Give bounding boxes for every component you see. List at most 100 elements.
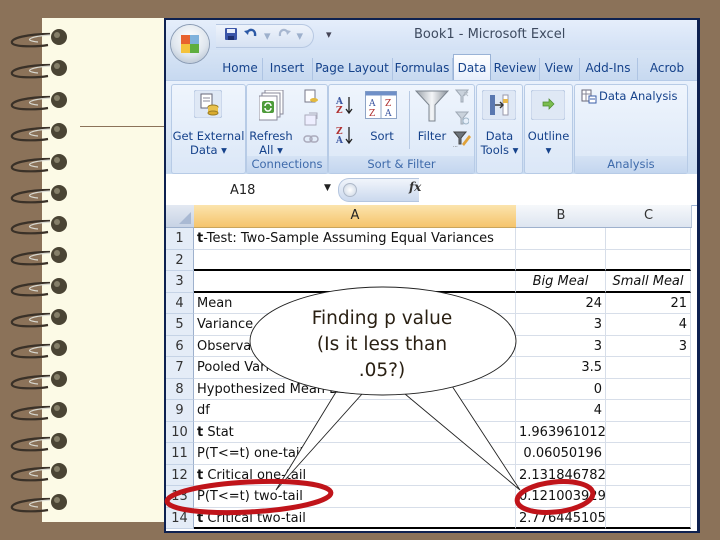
cell-c8[interactable] [606, 378, 691, 400]
table-row: 14 t Critical two-tail 2.776445105 [166, 507, 697, 529]
cell-c11[interactable] [606, 443, 691, 465]
cell-b1[interactable] [516, 228, 606, 250]
cell-b4[interactable]: 24 [516, 292, 606, 314]
redo-icon[interactable] [277, 27, 291, 45]
undo-dropdown[interactable]: ▾ [264, 29, 271, 44]
sort-a-to-z-icon[interactable]: AZ [335, 95, 355, 115]
cell-a9[interactable]: df [194, 400, 516, 422]
row-header[interactable]: 10 [166, 421, 194, 443]
data-tools-button[interactable]: Data Tools ▾ [477, 85, 522, 173]
row-header[interactable]: 3 [166, 271, 194, 293]
filter-funnel-icon[interactable] [415, 89, 449, 123]
cell-b2[interactable] [516, 249, 606, 271]
table-row: 1 t-Test: Two-Sample Assuming Equal Vari… [166, 228, 697, 250]
row-header[interactable]: 1 [166, 228, 194, 250]
tab-add-ins[interactable]: Add-Ins [579, 58, 638, 80]
cell-c3[interactable]: Small Meal [606, 271, 691, 293]
cell-b6[interactable]: 3 [516, 335, 606, 357]
analysis-group-label: Analysis [575, 156, 687, 173]
row-header[interactable]: 4 [166, 292, 194, 314]
row-header[interactable]: 14 [166, 507, 194, 529]
data-analysis-button[interactable]: Data Analysis [579, 88, 683, 106]
office-button[interactable] [171, 25, 209, 63]
select-all-button[interactable] [166, 205, 195, 228]
cell-a10[interactable]: t Stat [194, 421, 516, 443]
customize-qat-button[interactable]: ▾ [326, 28, 332, 41]
cell-b12[interactable]: 2.131846782 [516, 464, 606, 486]
connections-icon[interactable] [303, 89, 319, 105]
cell-b8[interactable]: 0 [516, 378, 606, 400]
cell-a1[interactable]: t-Test: Two-Sample Assuming Equal Varian… [194, 228, 516, 250]
spiral-ring-icon [10, 494, 67, 513]
tab-page-layout[interactable]: Page Layout [312, 58, 393, 80]
insert-function-button[interactable]: fx [409, 180, 421, 194]
tab-review[interactable]: Review [491, 58, 540, 80]
filter-button[interactable]: Filter [411, 130, 453, 143]
row-header[interactable]: 6 [166, 335, 194, 357]
cell-c13[interactable] [606, 486, 691, 508]
cell-a14[interactable]: t Critical two-tail [194, 507, 516, 529]
get-external-data-button[interactable]: Get External Data ▾ [172, 85, 245, 173]
cell-c5[interactable]: 4 [606, 314, 691, 336]
outline-arrow-icon [531, 90, 565, 120]
cell-b3[interactable]: Big Meal [516, 271, 606, 293]
reapply-filter-icon[interactable] [455, 111, 469, 125]
cell-c4[interactable]: 21 [606, 292, 691, 314]
cell-c14[interactable] [606, 507, 691, 529]
sort-dialog-icon[interactable]: AZZA [365, 91, 397, 119]
name-box[interactable]: A18 [230, 183, 255, 198]
cell-a3[interactable] [194, 271, 516, 293]
refresh-all-label1[interactable]: Refresh [247, 130, 295, 143]
column-header-c[interactable]: C [606, 205, 692, 228]
column-header-b[interactable]: B [516, 205, 607, 228]
sort-button[interactable]: Sort [361, 130, 403, 143]
save-icon[interactable] [224, 27, 238, 45]
cell-b7[interactable]: 3.5 [516, 357, 606, 379]
cell-c12[interactable] [606, 464, 691, 486]
sort-z-to-a-icon[interactable]: ZA [335, 125, 355, 145]
quick-access-toolbar: ▾ ▾ [216, 24, 315, 48]
cell-b13[interactable]: 0.121003929 [516, 486, 606, 508]
tab-data[interactable]: Data [453, 54, 491, 81]
cell-a12[interactable]: t Critical one-tail [194, 464, 516, 486]
tab-view[interactable]: View [539, 58, 580, 80]
row-header[interactable]: 5 [166, 314, 194, 336]
spiral-ring-icon [10, 123, 67, 142]
cell-a13[interactable]: P(T<=t) two-tail [194, 486, 516, 508]
cell-c7[interactable] [606, 357, 691, 379]
row-header[interactable]: 11 [166, 443, 194, 465]
outline-button[interactable]: Outline ▾ [525, 85, 572, 173]
row-header[interactable]: 8 [166, 378, 194, 400]
clear-filter-icon[interactable] [455, 89, 469, 103]
cell-b14[interactable]: 2.776445105 [516, 507, 606, 529]
tab-insert[interactable]: Insert [262, 58, 313, 80]
cell-c10[interactable] [606, 421, 691, 443]
row-header[interactable]: 9 [166, 400, 194, 422]
cell-b5[interactable]: 3 [516, 314, 606, 336]
column-header-a[interactable]: A [194, 205, 517, 228]
cell-a11[interactable]: P(T<=t) one-tail [194, 443, 516, 465]
tab-formulas[interactable]: Formulas [392, 58, 453, 80]
edit-links-icon[interactable] [303, 133, 319, 145]
tab-home[interactable]: Home [218, 58, 263, 80]
row-header[interactable]: 7 [166, 357, 194, 379]
formula-bar-handle[interactable] [338, 178, 419, 202]
name-box-dropdown-icon[interactable]: ▼ [324, 183, 331, 193]
cell-c6[interactable]: 3 [606, 335, 691, 357]
undo-icon[interactable] [244, 27, 258, 45]
cell-c9[interactable] [606, 400, 691, 422]
cell-a2[interactable] [194, 249, 516, 271]
tab-acrobat[interactable]: Acrob [637, 58, 697, 80]
cell-c2[interactable] [606, 249, 691, 271]
cell-c1[interactable] [606, 228, 691, 250]
cell-b11[interactable]: 0.06050196 [516, 443, 606, 465]
cell-b10[interactable]: 1.963961012 [516, 421, 606, 443]
row-header[interactable]: 12 [166, 464, 194, 486]
row-header[interactable]: 13 [166, 486, 194, 508]
properties-icon[interactable] [303, 111, 319, 127]
advanced-filter-icon[interactable]: ... [453, 131, 471, 147]
redo-dropdown[interactable]: ▾ [297, 29, 304, 44]
get-external-data-label2: Data ▾ [190, 143, 227, 157]
cell-b9[interactable]: 4 [516, 400, 606, 422]
row-header[interactable]: 2 [166, 249, 194, 271]
